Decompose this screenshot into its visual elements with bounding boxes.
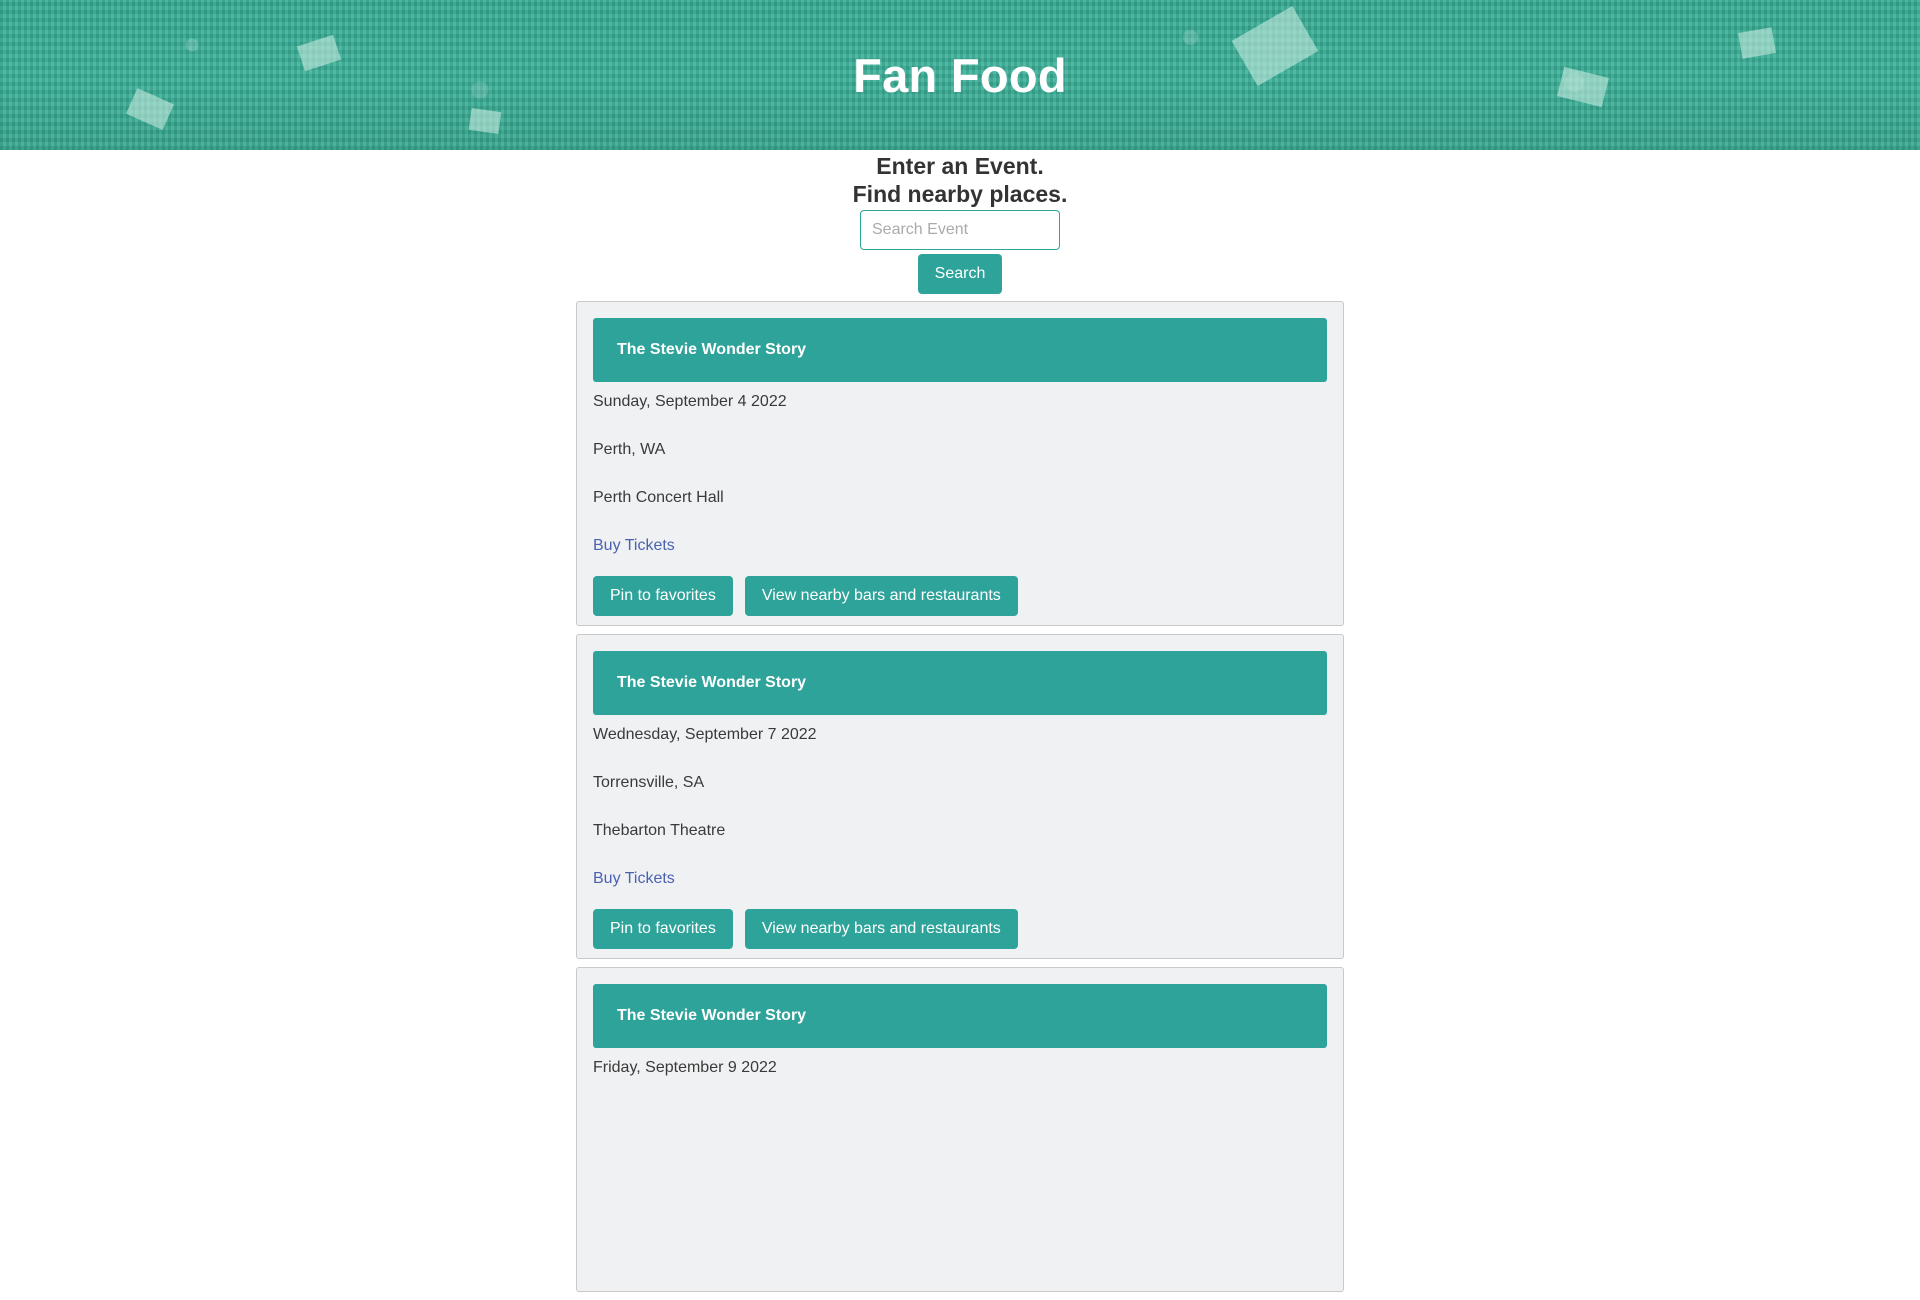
view-nearby-places-button[interactable]: View nearby bars and restaurants [744, 576, 1018, 616]
event-card: The Stevie Wonder Story Friday, Septembe… [576, 967, 1344, 1292]
event-venue: Perth Concert Hall [593, 489, 724, 506]
event-location: Torrensville, SA [593, 774, 705, 791]
event-card: The Stevie Wonder Story Sunday, Septembe… [576, 301, 1344, 626]
event-venue: Thebarton Theatre [593, 822, 726, 839]
flag-decoration [468, 108, 502, 134]
search-section: Enter an Event. Find nearby places. Sear… [0, 150, 1920, 294]
tagline-line-2: Find nearby places. [852, 181, 1068, 207]
buy-tickets-link[interactable]: Buy Tickets [593, 869, 675, 889]
event-date: Friday, September 9 2022 [593, 1059, 777, 1076]
pin-to-favorites-button[interactable]: Pin to favorites [593, 576, 733, 616]
event-location: Perth, WA [593, 441, 666, 458]
event-card: The Stevie Wonder Story Wednesday, Septe… [576, 634, 1344, 959]
event-actions: Pin to favorites View nearby bars and re… [593, 909, 1327, 949]
search-button[interactable]: Search [918, 254, 1002, 294]
search-event-input[interactable] [860, 210, 1060, 250]
event-list: The Stevie Wonder Story Sunday, Septembe… [576, 301, 1344, 1300]
site-title: Fan Food [853, 49, 1067, 102]
hero-banner: Fan Food [0, 0, 1920, 150]
pin-to-favorites-button[interactable]: Pin to favorites [593, 909, 733, 949]
event-actions: Pin to favorites View nearby bars and re… [593, 576, 1327, 616]
event-date: Wednesday, September 7 2022 [593, 726, 817, 743]
view-nearby-places-button[interactable]: View nearby bars and restaurants [744, 909, 1018, 949]
event-title: The Stevie Wonder Story [593, 318, 1327, 382]
event-title: The Stevie Wonder Story [593, 651, 1327, 715]
tagline-line-1: Enter an Event. [876, 153, 1044, 179]
event-title: The Stevie Wonder Story [593, 984, 1327, 1048]
buy-tickets-link[interactable]: Buy Tickets [593, 536, 675, 556]
event-date: Sunday, September 4 2022 [593, 393, 787, 410]
